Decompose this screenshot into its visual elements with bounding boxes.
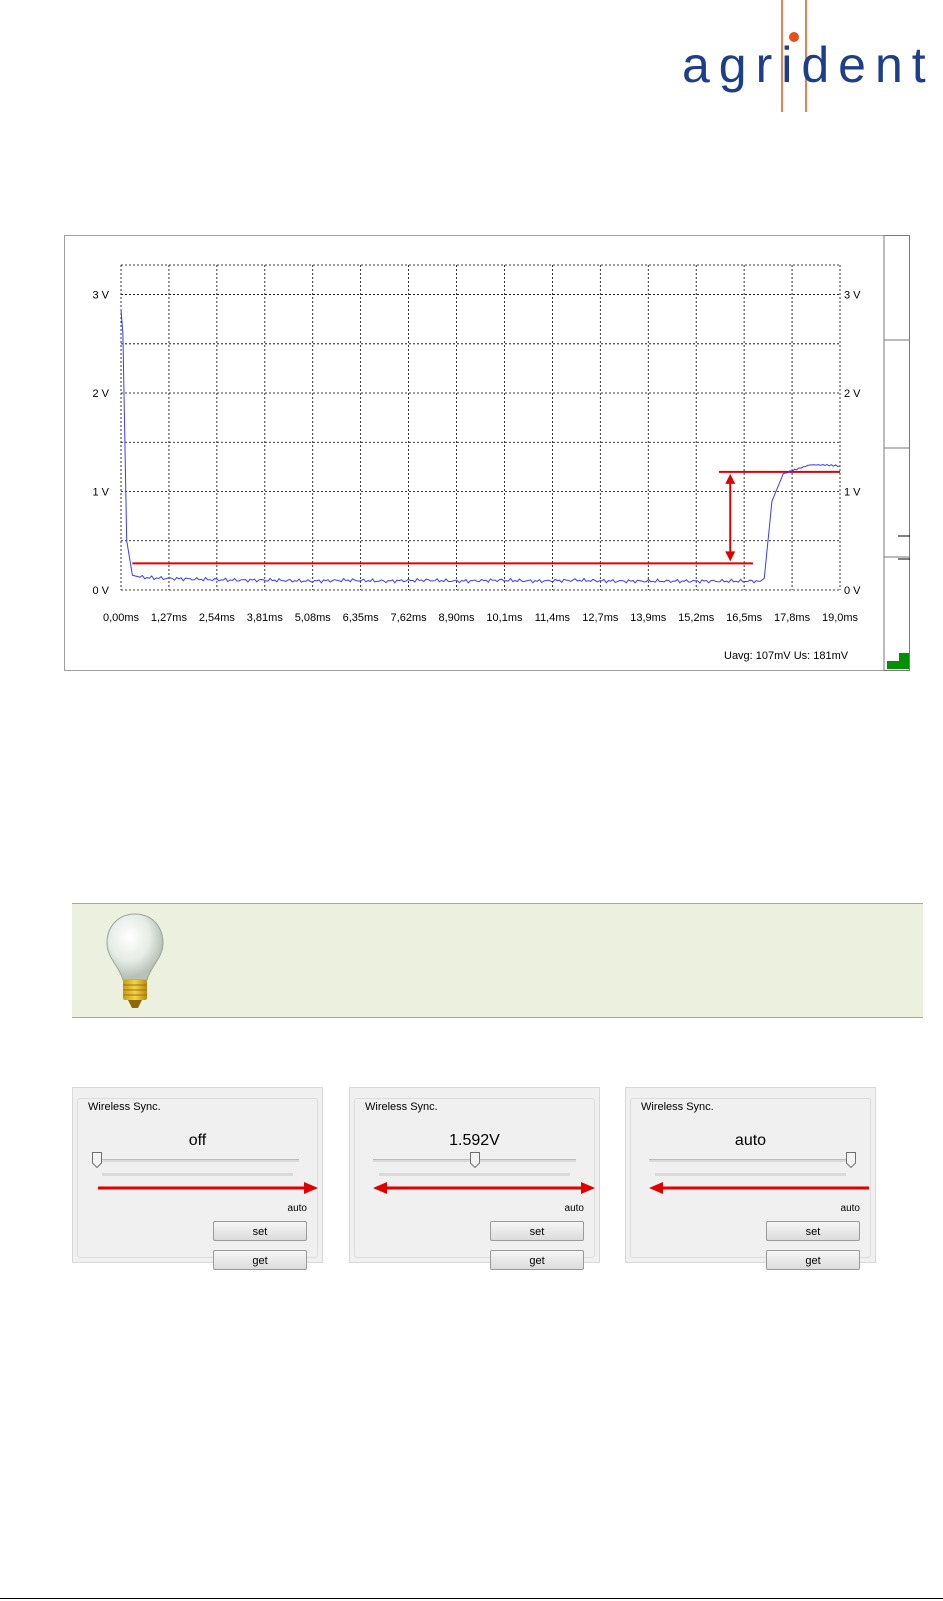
wireless-sync-panel-voltage: Wireless Sync. 1.592V auto set get (349, 1087, 600, 1270)
auto-label: auto (564, 1203, 584, 1214)
x-tick-label: 16,5ms (726, 612, 763, 624)
set-button[interactable]: set (766, 1221, 860, 1241)
page-footer-rule (0, 1598, 943, 1599)
agrident-logo: agrident (0, 0, 943, 120)
y-tick-label-left: 1 V (92, 487, 109, 499)
measurement-status: Uavg: 107mV Us: 181mV (724, 650, 849, 662)
tip-box (72, 903, 923, 1018)
slider-range-bar (102, 1173, 293, 1176)
x-tick-label: 12,7ms (582, 612, 619, 624)
x-tick-label: 13,9ms (630, 612, 667, 624)
auto-label: auto (840, 1203, 860, 1214)
slider-track[interactable] (96, 1159, 299, 1162)
slider-range-bar (655, 1173, 846, 1176)
x-tick-label: 6,35ms (343, 612, 380, 624)
arrow-right-icon (98, 1182, 318, 1194)
x-tick-label: 19,0ms (822, 612, 859, 624)
group-title: Wireless Sync. (86, 1101, 163, 1113)
arrow-left-icon (649, 1182, 869, 1194)
y-tick-label-right: 1 V (844, 487, 861, 499)
y-tick-label-right: 0 V (844, 585, 861, 597)
y-tick-label-left: 3 V (92, 290, 109, 302)
x-tick-label: 0,00ms (103, 612, 140, 624)
slider-thumb[interactable] (846, 1152, 856, 1168)
x-tick-label: 2,54ms (199, 612, 236, 624)
auto-label: auto (287, 1203, 307, 1214)
slider-thumb[interactable] (92, 1152, 102, 1168)
x-tick-label: 1,27ms (151, 612, 188, 624)
wireless-sync-panel-off: Wireless Sync. off auto set get (72, 1087, 323, 1270)
y-tick-label-left: 0 V (92, 585, 109, 597)
y-tick-label-right: 3 V (844, 290, 861, 302)
set-button[interactable]: set (490, 1221, 584, 1241)
sync-value: auto (734, 1132, 767, 1149)
logo-text: agrident (682, 37, 935, 93)
get-button[interactable]: get (213, 1250, 307, 1270)
sync-value: 1.592V (449, 1132, 500, 1149)
x-tick-label: 8,90ms (438, 612, 475, 624)
get-button[interactable]: get (766, 1250, 860, 1270)
status-indicator (887, 653, 909, 669)
x-tick-label: 10,1ms (486, 612, 523, 624)
wireless-sync-group: Wireless Sync. 1.592V auto set get (354, 1098, 595, 1270)
slider-range-bar (379, 1173, 570, 1176)
get-button[interactable]: get (490, 1250, 584, 1270)
x-tick-label: 17,8ms (774, 612, 811, 624)
wireless-sync-panel-auto: Wireless Sync. auto auto set get (625, 1087, 876, 1270)
oscilloscope-panel: 3 V 2 V 1 V 0 V 3 V 2 V 1 V 0 V 0,00ms 1,27ms 2,… (64, 235, 910, 671)
x-tick-label: 5,08ms (295, 612, 332, 624)
slider-track[interactable] (649, 1159, 852, 1162)
group-title: Wireless Sync. (363, 1101, 440, 1113)
set-button[interactable]: set (213, 1221, 307, 1241)
x-tick-label: 3,81ms (247, 612, 284, 624)
x-tick-label: 11,4ms (535, 612, 571, 624)
x-tick-label: 15,2ms (678, 612, 715, 624)
slider-thumb[interactable] (469, 1152, 480, 1168)
arrow-both-icon (373, 1182, 595, 1194)
wireless-sync-group: Wireless Sync. off auto set get (77, 1098, 318, 1270)
y-tick-label-left: 2 V (92, 388, 109, 400)
group-title: Wireless Sync. (639, 1101, 716, 1113)
y-tick-label-right: 2 V (844, 388, 861, 400)
sync-value: off (188, 1132, 207, 1149)
x-tick-label: 7,62ms (391, 612, 428, 624)
oscilloscope-chart: 3 V 2 V 1 V 0 V 3 V 2 V 1 V 0 V 0,00ms 1,27ms 2,… (64, 235, 910, 671)
lightbulb-icon (106, 913, 164, 1008)
wireless-sync-group: Wireless Sync. auto auto set get (630, 1098, 871, 1270)
